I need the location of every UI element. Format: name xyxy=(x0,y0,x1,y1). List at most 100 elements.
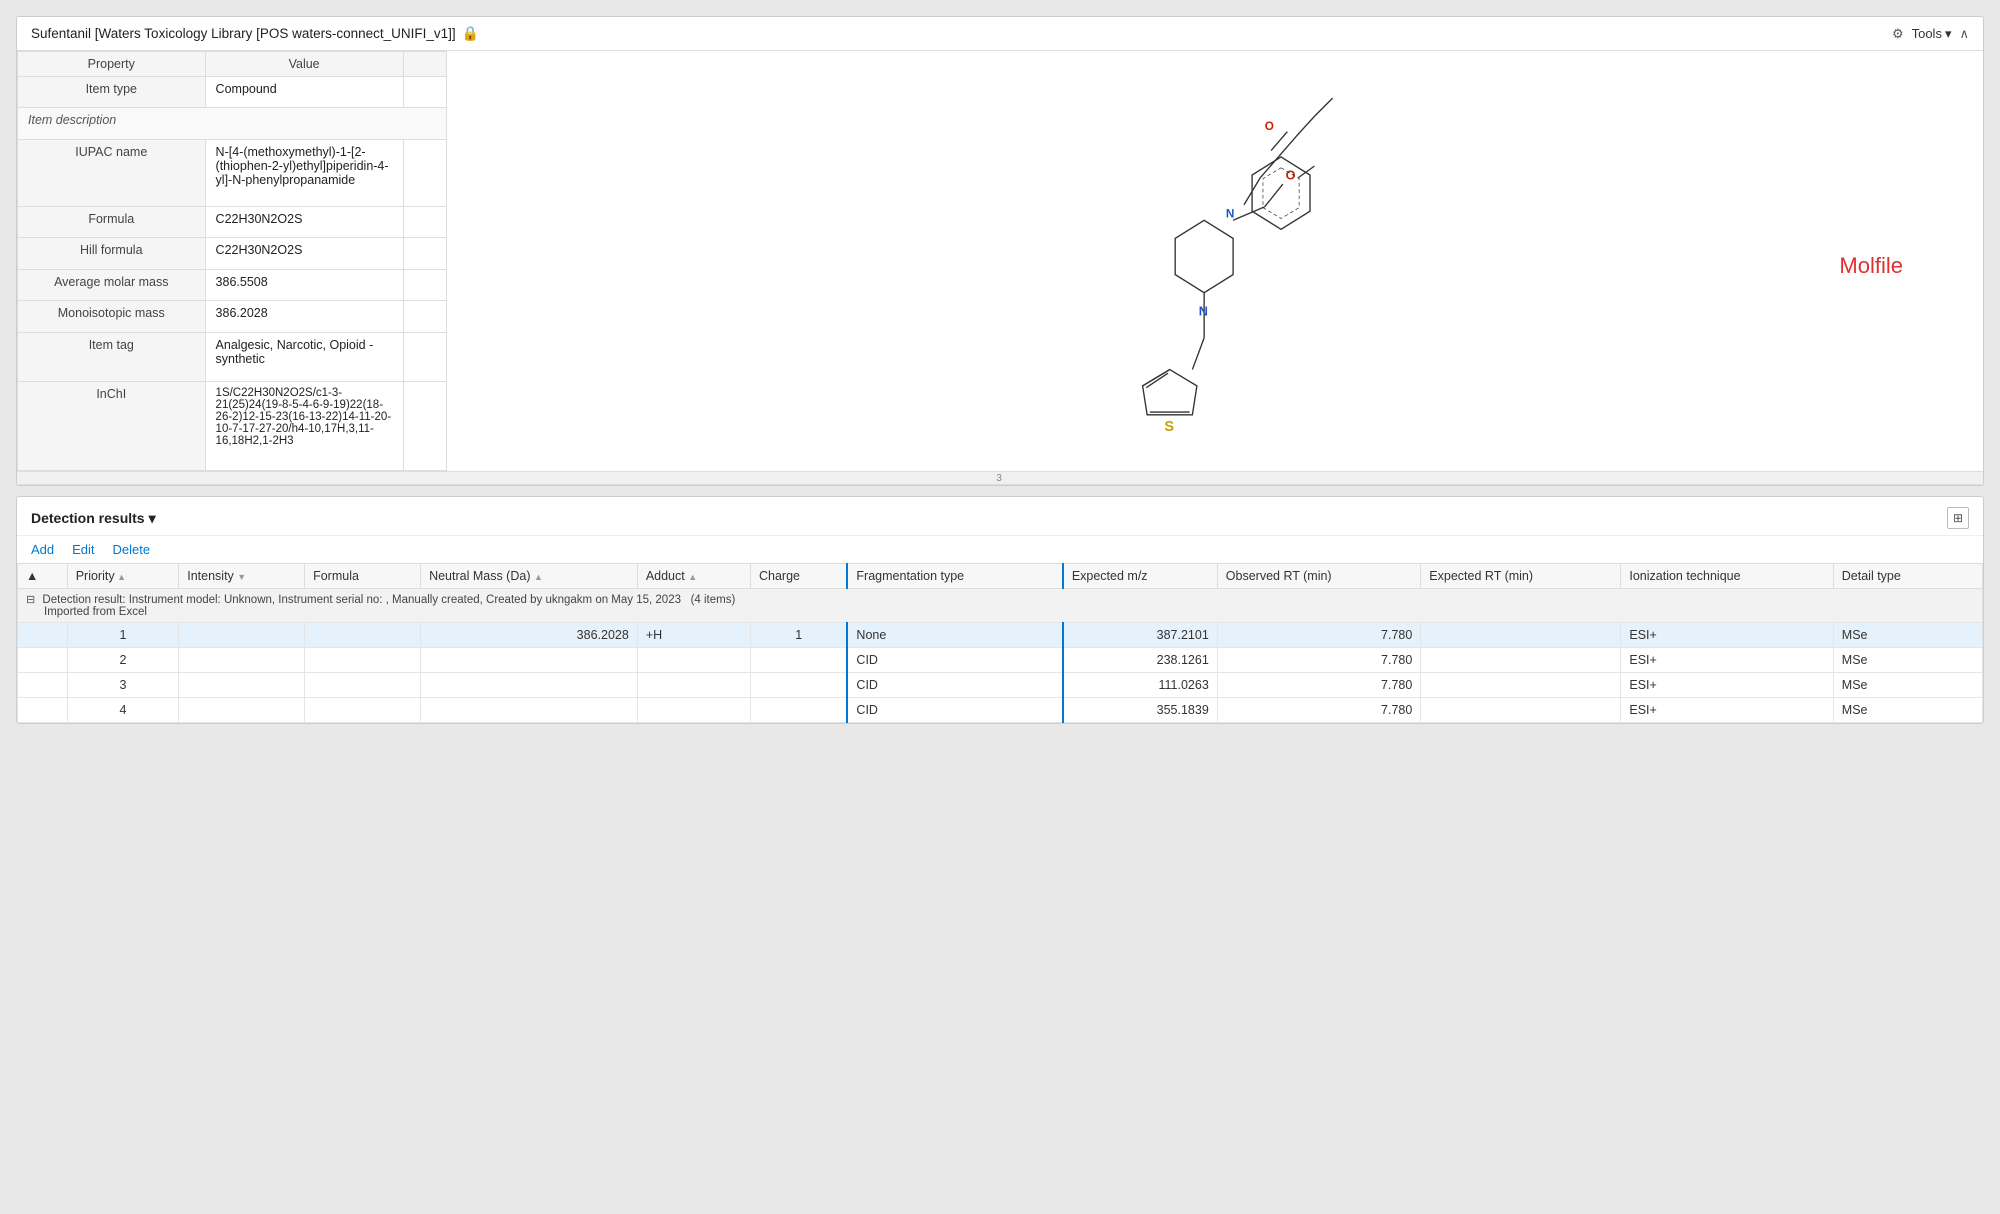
prop-value: Compound xyxy=(205,77,403,108)
cell-neutral-mass xyxy=(421,698,638,723)
cell-formula xyxy=(305,673,421,698)
detection-results-title[interactable]: Detection results ▾ xyxy=(31,510,156,527)
table-row: IUPAC name N-[4-(methoxymethyl)-1-[2-(th… xyxy=(18,139,447,206)
col-header-detail[interactable]: Detail type xyxy=(1833,564,1982,589)
col-header-adduct[interactable]: Adduct ▲ xyxy=(637,564,750,589)
detection-title-text: Detection results xyxy=(31,510,145,526)
add-button[interactable]: Add xyxy=(31,542,54,557)
results-table-wrap: ▲ Priority Intensity ▼ Formula Neutral M… xyxy=(17,563,1983,723)
prop-label: Monoisotopic mass xyxy=(18,301,206,332)
results-table: ▲ Priority Intensity ▼ Formula Neutral M… xyxy=(17,563,1983,723)
cell-ionization: ESI+ xyxy=(1621,673,1833,698)
cell-priority: 2 xyxy=(67,648,179,673)
table-row: Monoisotopic mass 386.2028 xyxy=(18,301,447,332)
cell-fragmentation: CID xyxy=(847,648,1062,673)
gear-icon: ⚙ xyxy=(1892,26,1904,42)
expand-icon[interactable]: ⊟ xyxy=(26,594,35,606)
table-row[interactable]: 1 386.2028 +H 1 None 387.2101 7.780 ESI+… xyxy=(18,623,1983,648)
prop-label: IUPAC name xyxy=(18,139,206,206)
grid-icon-button[interactable]: ⊞ xyxy=(1947,507,1969,529)
prop-value: 386.5508 xyxy=(205,269,403,300)
group-header-row: ⊟ Detection result: Instrument model: Un… xyxy=(18,589,1983,623)
molecule-svg: S N xyxy=(1055,71,1375,451)
col-header-value: Value xyxy=(205,52,403,77)
delete-button[interactable]: Delete xyxy=(113,542,151,557)
prop-label: Item tag xyxy=(18,332,206,381)
cell-charge xyxy=(751,648,848,673)
group-sub-header: Imported from Excel xyxy=(26,606,147,618)
cell-priority: 4 xyxy=(67,698,179,723)
divider-handle[interactable]: 3 xyxy=(17,471,1983,485)
cell-detail: MSe xyxy=(1833,648,1982,673)
edit-button[interactable]: Edit xyxy=(72,542,94,557)
section-label: Item description xyxy=(18,108,447,139)
svg-text:S: S xyxy=(1164,419,1174,435)
detection-dropdown-icon: ▾ xyxy=(149,510,156,527)
top-panel-controls: ⚙ Tools ▾ ∧ xyxy=(1892,26,1969,42)
col-header-formula[interactable]: Formula xyxy=(305,564,421,589)
cell-detail: MSe xyxy=(1833,673,1982,698)
cell-expected-rt xyxy=(1421,698,1621,723)
row-indicator xyxy=(18,673,68,698)
prop-extra xyxy=(403,301,446,332)
prop-extra xyxy=(403,238,446,269)
col-header-priority[interactable]: Priority xyxy=(67,564,179,589)
group-header-text: Detection result: Instrument model: Unkn… xyxy=(42,594,735,606)
cell-observed-rt: 7.780 xyxy=(1217,673,1421,698)
cell-observed-rt: 7.780 xyxy=(1217,698,1421,723)
cell-expected-rt xyxy=(1421,623,1621,648)
svg-text:N: N xyxy=(1226,208,1235,221)
prop-extra xyxy=(403,332,446,381)
cell-formula xyxy=(305,623,421,648)
col-header-property: Property xyxy=(18,52,206,77)
collapse-icon[interactable]: ∧ xyxy=(1959,26,1969,42)
row-indicator xyxy=(18,648,68,673)
toolbar-row: Add Edit Delete xyxy=(17,536,1983,563)
col-header-expected-rt[interactable]: Expected RT (min) xyxy=(1421,564,1621,589)
table-row[interactable]: 4 CID 355.1839 7.780 ESI+ MSe xyxy=(18,698,1983,723)
cell-expected-mz: 387.2101 xyxy=(1063,623,1217,648)
cell-detail: MSe xyxy=(1833,623,1982,648)
top-panel-title: Sufentanil [Waters Toxicology Library [P… xyxy=(31,25,479,42)
svg-text:O: O xyxy=(1265,120,1274,133)
cell-observed-rt: 7.780 xyxy=(1217,648,1421,673)
cell-adduct xyxy=(637,673,750,698)
col-header-intensity[interactable]: Intensity ▼ xyxy=(179,564,305,589)
prop-label: Formula xyxy=(18,206,206,237)
cell-detail: MSe xyxy=(1833,698,1982,723)
col-header-neutral-mass[interactable]: Neutral Mass (Da) ▲ xyxy=(421,564,638,589)
cell-intensity xyxy=(179,698,305,723)
cell-charge: 1 xyxy=(751,623,848,648)
shield-icon: 🔒 xyxy=(462,25,479,42)
col-header-charge[interactable]: Charge xyxy=(751,564,848,589)
cell-adduct: +H xyxy=(637,623,750,648)
prop-label: Average molar mass xyxy=(18,269,206,300)
cell-intensity xyxy=(179,673,305,698)
cell-priority: 3 xyxy=(67,673,179,698)
cell-formula xyxy=(305,648,421,673)
table-row: Item tag Analgesic, Narcotic, Opioid - s… xyxy=(18,332,447,381)
row-indicator xyxy=(18,698,68,723)
cell-intensity xyxy=(179,623,305,648)
col-header-fragmentation[interactable]: Fragmentation type xyxy=(847,564,1062,589)
molecule-area: S N xyxy=(447,51,1983,471)
col-header-observed-rt[interactable]: Observed RT (min) xyxy=(1217,564,1421,589)
cell-expected-rt xyxy=(1421,648,1621,673)
cell-ionization: ESI+ xyxy=(1621,698,1833,723)
col-header-expected-mz[interactable]: Expected m/z xyxy=(1063,564,1217,589)
tools-label: Tools xyxy=(1912,26,1942,41)
cell-adduct xyxy=(637,648,750,673)
table-row[interactable]: 3 CID 111.0263 7.780 ESI+ MSe xyxy=(18,673,1983,698)
top-panel: Sufentanil [Waters Toxicology Library [P… xyxy=(16,16,1984,486)
table-row[interactable]: 2 CID 238.1261 7.780 ESI+ MSe xyxy=(18,648,1983,673)
tools-button[interactable]: Tools ▾ xyxy=(1912,26,1952,42)
cell-intensity xyxy=(179,648,305,673)
tools-dropdown-icon: ▾ xyxy=(1945,26,1952,42)
col-header-indicator[interactable]: ▲ xyxy=(18,564,68,589)
prop-label: Item type xyxy=(18,77,206,108)
section-header-row: Item description xyxy=(18,108,447,139)
cell-fragmentation: None xyxy=(847,623,1062,648)
col-header-ionization[interactable]: Ionization technique xyxy=(1621,564,1833,589)
prop-value: 386.2028 xyxy=(205,301,403,332)
row-indicator xyxy=(18,623,68,648)
